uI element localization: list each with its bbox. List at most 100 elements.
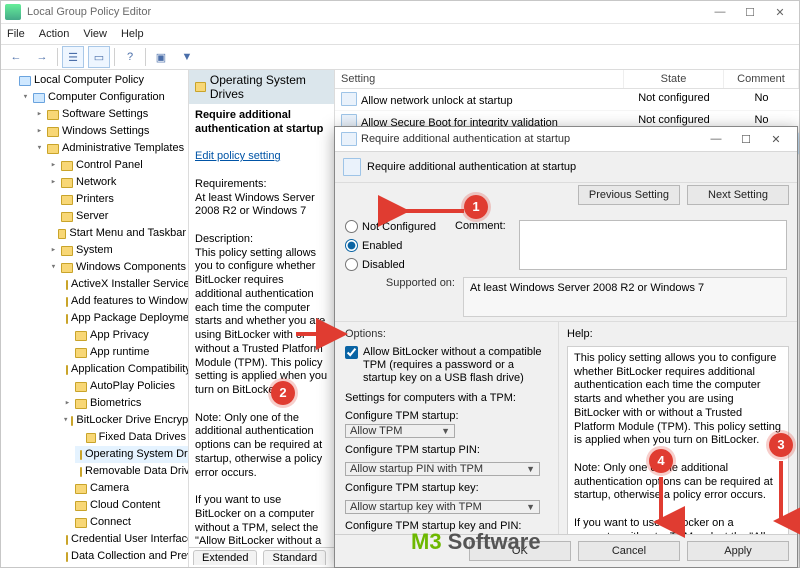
- tree-windows-settings[interactable]: ▸Windows Settings: [33, 123, 188, 140]
- col-setting[interactable]: Setting: [335, 70, 624, 88]
- policy-dialog: Require additional authentication at sta…: [334, 126, 798, 568]
- tree-system[interactable]: ▸System: [47, 242, 188, 259]
- tree-admin-templates[interactable]: ▾Administrative Templates: [33, 140, 188, 157]
- marker-1: 1: [464, 195, 488, 219]
- dialog-maximize-icon[interactable]: ☐: [731, 130, 761, 148]
- list-header: Setting State Comment: [335, 70, 799, 89]
- menu-view[interactable]: View: [83, 28, 107, 40]
- policy-title: Require additional authentication at sta…: [195, 109, 323, 135]
- comment-input[interactable]: [519, 220, 787, 270]
- note-text: Note: Only one of the additional authent…: [195, 412, 322, 479]
- tree-item[interactable]: App runtime: [61, 344, 188, 361]
- tree-item[interactable]: Application Compatibility: [61, 361, 188, 378]
- cfg-tpm-pin-label: Configure TPM startup PIN:: [345, 444, 550, 456]
- help-icon[interactable]: ?: [119, 46, 141, 68]
- tree-network[interactable]: ▸Network: [47, 174, 188, 191]
- menu-help[interactable]: Help: [121, 28, 144, 40]
- chevron-down-icon: ▼: [526, 464, 535, 474]
- toolbar: ← → ☰ ▭ ? ▣ ▼: [1, 45, 799, 70]
- ok-button[interactable]: OK: [469, 541, 571, 561]
- radio-not-configured[interactable]: Not Configured: [345, 220, 455, 233]
- menubar: File Action View Help: [1, 24, 799, 45]
- list-view-icon[interactable]: ☰: [62, 46, 84, 68]
- nav-tree[interactable]: Local Computer Policy ▾Computer Configur…: [1, 70, 189, 567]
- col-comment[interactable]: Comment: [724, 70, 799, 88]
- pane-tabs: Extended Standard: [189, 547, 334, 567]
- tree-fixed-drives[interactable]: Fixed Data Drives: [75, 429, 188, 446]
- dropdown-tpm-pin[interactable]: Allow startup PIN with TPM▼: [345, 462, 540, 476]
- policy-icon: [341, 92, 357, 106]
- menu-action[interactable]: Action: [39, 28, 70, 40]
- tree-item[interactable]: Add features to Windows 10: [61, 293, 188, 310]
- tree-item[interactable]: Connect: [61, 514, 188, 531]
- comment-label: Comment:: [455, 220, 513, 270]
- extended-pane: Operating System Drives Require addition…: [189, 70, 335, 567]
- export-icon[interactable]: ▣: [150, 46, 172, 68]
- tree-control-panel[interactable]: ▸Control Panel: [47, 157, 188, 174]
- tree-item[interactable]: Delivery Optimization: [61, 565, 188, 567]
- chevron-down-icon: ▼: [441, 426, 450, 436]
- radio-enabled[interactable]: Enabled: [345, 239, 455, 252]
- tree-item[interactable]: App Package Deployment: [61, 310, 188, 327]
- tree-windows-components[interactable]: ▾Windows Components: [47, 259, 188, 276]
- tree-item[interactable]: Credential User Interface: [61, 531, 188, 548]
- apply-button[interactable]: Apply: [687, 541, 789, 561]
- tree-item[interactable]: ▸Biometrics: [61, 395, 188, 412]
- marker-2: 2: [271, 381, 295, 405]
- tree-startmenu[interactable]: Start Menu and Taskbar: [47, 225, 188, 242]
- tab-standard[interactable]: Standard: [263, 550, 326, 565]
- dropdown-tpm-key[interactable]: Allow startup key with TPM▼: [345, 500, 540, 514]
- tree-computer-configuration[interactable]: ▾Computer Configuration: [19, 89, 188, 106]
- tree-item[interactable]: Data Collection and Preview Builds: [61, 548, 188, 565]
- checkbox-allow-without-tpm[interactable]: Allow BitLocker without a compatible TPM…: [345, 346, 550, 386]
- close-icon[interactable]: ✕: [765, 3, 795, 21]
- tree-removable-drives[interactable]: Removable Data Drives: [75, 463, 188, 480]
- chevron-down-icon: ▼: [526, 502, 535, 512]
- titlebar: Local Group Policy Editor — ☐ ✕: [1, 1, 799, 24]
- radio-disabled[interactable]: Disabled: [345, 258, 455, 271]
- tree-item[interactable]: Camera: [61, 480, 188, 497]
- dialog-minimize-icon[interactable]: —: [701, 130, 731, 148]
- tree-root[interactable]: Local Computer Policy: [5, 72, 188, 89]
- dialog-close-icon[interactable]: ✕: [761, 130, 791, 148]
- supported-label: Supported on:: [345, 277, 463, 289]
- description-text: This policy setting allows you to config…: [195, 247, 327, 397]
- dialog-title: Require additional authentication at sta…: [361, 133, 701, 145]
- help-panel: Help: This policy setting allows you to …: [559, 322, 797, 534]
- tree-bitlocker[interactable]: ▾BitLocker Drive Encryption: [61, 412, 188, 429]
- menu-file[interactable]: File: [7, 28, 25, 40]
- maximize-icon[interactable]: ☐: [735, 3, 765, 21]
- tab-extended[interactable]: Extended: [193, 550, 257, 565]
- tree-server[interactable]: Server: [47, 208, 188, 225]
- marker-4: 4: [649, 449, 673, 473]
- tree-item[interactable]: AutoPlay Policies: [61, 378, 188, 395]
- tree-item[interactable]: App Privacy: [61, 327, 188, 344]
- next-setting-button[interactable]: Next Setting: [687, 185, 789, 205]
- gpedit-window: Local Group Policy Editor — ☐ ✕ File Act…: [0, 0, 800, 568]
- previous-setting-button[interactable]: Previous Setting: [578, 185, 680, 205]
- tree-software-settings[interactable]: ▸Software Settings: [33, 106, 188, 123]
- cancel-button[interactable]: Cancel: [578, 541, 680, 561]
- minimize-icon[interactable]: —: [705, 3, 735, 21]
- dialog-titlebar: Require additional authentication at sta…: [335, 127, 797, 152]
- list-row[interactable]: Allow network unlock at startupNot confi…: [335, 89, 799, 111]
- col-state[interactable]: State: [624, 70, 724, 88]
- tree-os-drives[interactable]: Operating System Drives: [75, 446, 188, 463]
- cfg-tpm-key-label: Configure TPM startup key:: [345, 482, 550, 494]
- requirements-text: At least Windows Server 2008 R2 or Windo…: [195, 192, 315, 218]
- dropdown-tpm-startup[interactable]: Allow TPM▼: [345, 424, 455, 438]
- cfg-tpm-startup-label: Configure TPM startup:: [345, 410, 550, 422]
- detail-view-icon[interactable]: ▭: [88, 46, 110, 68]
- back-icon[interactable]: ←: [5, 46, 27, 68]
- tree-item[interactable]: ActiveX Installer Service: [61, 276, 188, 293]
- requirements-label: Requirements:: [195, 178, 267, 190]
- cfg-tpm-key-pin-label: Configure TPM startup key and PIN:: [345, 520, 550, 532]
- continuation-text: If you want to use BitLocker on a comput…: [195, 494, 328, 547]
- forward-icon[interactable]: →: [31, 46, 53, 68]
- tree-item[interactable]: Cloud Content: [61, 497, 188, 514]
- marker-3: 3: [769, 433, 793, 457]
- tree-printers[interactable]: Printers: [47, 191, 188, 208]
- filter-icon[interactable]: ▼: [176, 46, 198, 68]
- extended-heading: Operating System Drives: [189, 70, 334, 104]
- edit-policy-link[interactable]: Edit policy setting: [195, 150, 281, 162]
